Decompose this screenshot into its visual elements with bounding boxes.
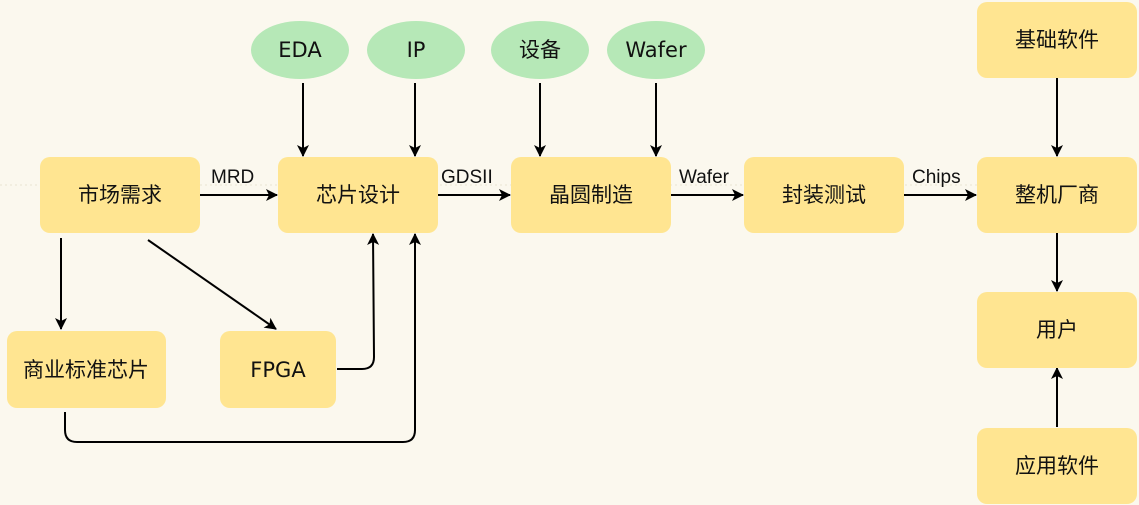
node-wafer-input-label: Wafer	[625, 38, 687, 62]
node-market-demand-label: 市场需求	[78, 183, 162, 207]
node-wafer-fab-label: 晶圆制造	[549, 183, 633, 207]
node-commercial-chip-label: 商业标准芯片	[23, 358, 149, 382]
node-fpga-label: FPGA	[250, 358, 306, 382]
node-packaging-test-label: 封装测试	[782, 183, 866, 207]
node-base-software[interactable]: 基础软件	[977, 2, 1137, 78]
edges	[55, 78, 1063, 443]
node-base-software-label: 基础软件	[1015, 28, 1099, 52]
node-oem-label: 整机厂商	[1015, 183, 1099, 207]
node-user[interactable]: 用户	[977, 292, 1137, 368]
edge-fpga-to-design	[337, 233, 380, 370]
node-ip[interactable]: IP	[367, 21, 465, 79]
node-eda[interactable]: EDA	[251, 21, 349, 79]
node-packaging-test[interactable]: 封装测试	[744, 157, 904, 233]
node-wafer-fab[interactable]: 晶圆制造	[511, 157, 671, 233]
node-ip-label: IP	[407, 38, 426, 62]
edge-label-gdsii: GDSII	[441, 167, 493, 188]
edge-market-to-fpga	[147, 239, 277, 330]
node-fpga[interactable]: FPGA	[220, 331, 336, 408]
node-wafer-input[interactable]: Wafer	[607, 21, 705, 79]
edge-label-wafer: Wafer	[679, 167, 730, 188]
node-commercial-chip[interactable]: 商业标准芯片	[7, 331, 166, 408]
node-app-software[interactable]: 应用软件	[977, 428, 1137, 504]
chip-industry-flow-diagram: MRD GDSII Wafer Chips EDA IP 设备 Wafer 市场…	[0, 2, 1139, 504]
edge-label-mrd: MRD	[211, 167, 254, 188]
node-oem[interactable]: 整机厂商	[977, 157, 1137, 233]
node-market-demand[interactable]: 市场需求	[40, 157, 200, 233]
node-equipment-label: 设备	[519, 38, 561, 62]
node-app-software-label: 应用软件	[1015, 454, 1099, 478]
node-equipment[interactable]: 设备	[491, 21, 589, 79]
node-eda-label: EDA	[278, 38, 322, 62]
node-chip-design-label: 芯片设计	[316, 183, 400, 207]
edge-label-chips: Chips	[912, 167, 961, 188]
node-user-label: 用户	[1036, 318, 1078, 342]
node-chip-design[interactable]: 芯片设计	[278, 157, 438, 233]
